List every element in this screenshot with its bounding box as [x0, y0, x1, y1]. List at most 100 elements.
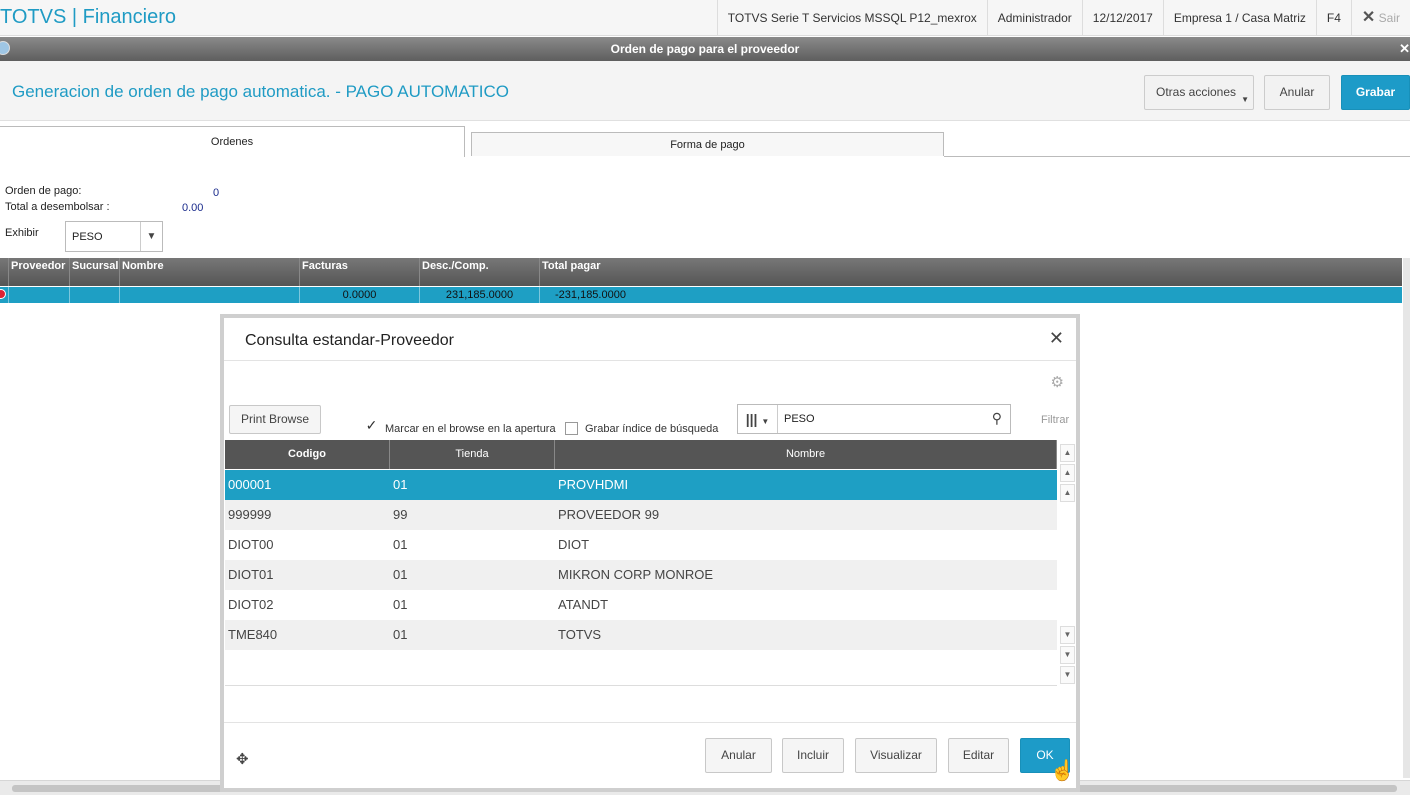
- cell-facturas: 0.0000: [299, 287, 419, 303]
- move-icon[interactable]: ✥: [236, 750, 249, 768]
- cell-tienda: 01: [393, 477, 408, 492]
- cell-codigo: 000001: [228, 477, 272, 492]
- col-total-pagar[interactable]: Total pagar: [539, 258, 1402, 286]
- cancel-button[interactable]: Anular: [705, 738, 772, 773]
- columns-icon: |||: [745, 411, 758, 427]
- lookup-table: Codigo Tienda Nombre 000001 01 PROVHDMI …: [225, 440, 1057, 686]
- cell-tienda: 01: [393, 567, 408, 582]
- close-icon[interactable]: ✕: [1049, 328, 1064, 349]
- exit-label: Sair: [1378, 11, 1400, 25]
- bottom-icon[interactable]: ▼: [1060, 666, 1075, 684]
- environment-label[interactable]: TOTVS Serie T Servicios MSSQL P12_mexrox: [716, 0, 987, 36]
- chevron-down-icon: ▼: [761, 417, 770, 426]
- edit-button[interactable]: Editar: [948, 738, 1009, 773]
- tab-ordenes[interactable]: Ordenes: [0, 126, 465, 157]
- tab-forma-de-pago[interactable]: Forma de pago: [471, 132, 944, 156]
- scroll-down-icon[interactable]: ▼: [1060, 626, 1075, 644]
- dialog-title: Consulta estandar-Proveedor: [245, 332, 455, 349]
- orders-grid-row[interactable]: 0.0000 231,185.0000 -231,185.0000: [0, 287, 1402, 303]
- exit-button[interactable]: ✕ Sair: [1350, 0, 1410, 36]
- chevron-down-icon: ▼: [140, 222, 162, 251]
- session-info: TOTVS Serie T Servicios MSSQL P12_mexrox…: [716, 0, 1410, 36]
- cell-total-pagar: -231,185.0000: [539, 287, 1402, 303]
- cell-nombre: PROVHDMI: [558, 477, 629, 492]
- f4-shortcut[interactable]: F4: [1315, 0, 1351, 36]
- search-input[interactable]: PESO: [784, 413, 815, 425]
- other-actions-button[interactable]: Otras acciones ▼: [1144, 75, 1254, 110]
- show-label: Exhibir: [5, 227, 39, 239]
- table-row[interactable]: DIOT00 01 DIOT: [225, 530, 1057, 560]
- window-title-bar: Orden de pago para el proveedor ✕: [0, 37, 1410, 61]
- cell-codigo: DIOT00: [228, 537, 274, 552]
- table-row[interactable]: 999999 99 PROVEEDOR 99: [225, 500, 1057, 530]
- date-label[interactable]: 12/12/2017: [1081, 0, 1163, 36]
- cell-nombre: PROVEEDOR 99: [558, 507, 660, 522]
- cell-nombre: MIKRON CORP MONROE: [558, 567, 714, 582]
- col-codigo[interactable]: Codigo: [225, 440, 390, 469]
- col-proveedor[interactable]: Proveedor: [8, 258, 69, 286]
- cell-codigo: TME840: [228, 627, 278, 642]
- dialog-footer-divider: [224, 722, 1076, 723]
- cell-nombre: DIOT: [558, 537, 590, 552]
- page-up-icon[interactable]: ▲: [1060, 464, 1075, 482]
- col-nombre[interactable]: Nombre: [555, 440, 1057, 469]
- page-title: Generacion de orden de pago automatica. …: [12, 82, 510, 101]
- col-desc-comp[interactable]: Desc./Comp.: [419, 258, 539, 286]
- col-nombre[interactable]: Nombre: [119, 258, 299, 286]
- show-select[interactable]: PESO ▼: [65, 221, 163, 252]
- save-button[interactable]: Grabar: [1341, 75, 1410, 110]
- company-label[interactable]: Empresa 1 / Casa Matriz: [1162, 0, 1316, 36]
- total-label: Total a desembolsar :: [5, 201, 110, 213]
- window-title: Orden de pago para el proveedor: [610, 42, 800, 56]
- col-facturas[interactable]: Facturas: [299, 258, 419, 286]
- mark-browse-label: Marcar en el browse en la apertura: [385, 423, 556, 435]
- filter-link[interactable]: Filtrar: [1041, 414, 1069, 426]
- tab-divider: [944, 156, 1410, 157]
- order-label: Orden de pago:: [5, 185, 82, 197]
- col-sucursal[interactable]: Sucursal: [69, 258, 119, 286]
- app-brand: TOTVS | Financiero: [0, 6, 176, 28]
- window-icon: [0, 41, 10, 55]
- cell-proveedor: [8, 287, 69, 303]
- table-row[interactable]: DIOT02 01 ATANDT: [225, 590, 1057, 620]
- close-icon: ✕: [1361, 9, 1376, 26]
- cell-codigo: 999999: [228, 507, 272, 522]
- columns-selector[interactable]: ||| ▼: [738, 405, 778, 433]
- scroll-up-icon[interactable]: ▲: [1060, 444, 1075, 462]
- vertical-scrollbar[interactable]: [1403, 258, 1410, 778]
- print-browse-button[interactable]: Print Browse: [229, 405, 321, 434]
- cell-nombre: [119, 287, 299, 303]
- page-down-icon[interactable]: ▼: [1060, 646, 1075, 664]
- window-close-icon[interactable]: ✕: [1399, 37, 1410, 61]
- hand-pointer-icon: ☝: [1050, 760, 1075, 782]
- lookup-scrollbar[interactable]: ▲ ▲ ▲ ▼ ▼ ▼: [1058, 440, 1076, 686]
- cell-nombre: TOTVS: [558, 627, 602, 642]
- total-value: 0.00: [182, 202, 204, 214]
- search-icon[interactable]: ⚲: [992, 410, 1002, 427]
- view-button[interactable]: Visualizar: [855, 738, 937, 773]
- cell-codigo: DIOT01: [228, 567, 274, 582]
- mark-browse-checkbox[interactable]: ✓: [365, 418, 378, 433]
- orders-grid-header: Proveedor Sucursal Nombre Facturas Desc.…: [0, 258, 1402, 286]
- order-value: 0: [213, 187, 220, 199]
- save-index-checkbox[interactable]: [565, 422, 578, 435]
- cell-sucursal: [69, 287, 119, 303]
- cell-tienda: 99: [393, 507, 408, 522]
- table-row[interactable]: TME840 01 TOTVS: [225, 620, 1057, 650]
- top-header-bar: TOTVS | Financiero TOTVS Serie T Servici…: [0, 0, 1410, 36]
- user-label[interactable]: Administrador: [986, 0, 1082, 36]
- dialog-header-divider: [224, 360, 1076, 361]
- other-actions-label: Otras acciones: [1156, 85, 1237, 99]
- gear-icon[interactable]: ⚙: [1051, 373, 1064, 391]
- cell-tienda: 01: [393, 597, 408, 612]
- page-header: Generacion de orden de pago automatica. …: [0, 61, 1410, 121]
- save-index-label: Grabar índice de búsqueda: [585, 423, 719, 435]
- col-tienda[interactable]: Tienda: [390, 440, 555, 469]
- table-row[interactable]: DIOT01 01 MIKRON CORP MONROE: [225, 560, 1057, 590]
- top-icon[interactable]: ▲: [1060, 484, 1075, 502]
- include-button[interactable]: Incluir: [782, 738, 844, 773]
- chevron-down-icon: ▼: [1241, 95, 1249, 104]
- cell-codigo: DIOT02: [228, 597, 274, 612]
- cancel-button[interactable]: Anular: [1264, 75, 1330, 110]
- table-row[interactable]: 000001 01 PROVHDMI: [225, 470, 1057, 500]
